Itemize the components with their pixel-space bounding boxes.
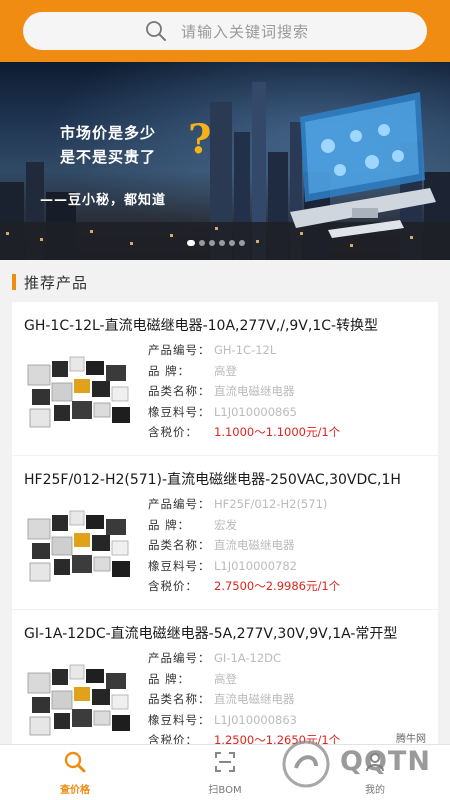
spec-label: 品 牌： (148, 517, 191, 532)
spec-row-price: 含税价： 2.7500～2.9986元/1个 (148, 576, 340, 597)
spec-label: 橡豆料号： (148, 404, 211, 419)
watermark-text: QQTN (340, 746, 431, 777)
spec-row-price: 含税价： 1.1000～1.1000元/1个 (148, 422, 340, 443)
spec-value: 高登 (214, 671, 237, 686)
spec-label: 橡豆料号： (148, 712, 211, 727)
nav-label: 查价格 (60, 785, 90, 796)
spec-label: 品类名称： (148, 538, 211, 553)
spec-label: 品类名称： (148, 384, 211, 399)
section-title: 推荐产品 (24, 273, 89, 292)
spec-label: 产品编号： (148, 343, 211, 358)
spec-row-category: 品类名称： 直流电磁继电器 (148, 689, 340, 710)
spec-row-brand: 品 牌： 高登 (148, 361, 340, 382)
product-title[interactable]: GH-1C-12L-直流电磁继电器-10A,277V,/,9V,1C-转换型 (24, 315, 434, 335)
spec-value: L1J010000865 (214, 404, 297, 419)
spec-value: 直流电磁继电器 (214, 538, 295, 553)
product-specs: 产品编号： GH-1C-12L 品 牌： 高登 品类名称： 直流电磁继电器 橡豆料号：… (148, 340, 340, 443)
spec-label: 产品编号： (148, 651, 211, 666)
section-accent-bar (12, 274, 16, 290)
spec-value: HF25F/012-H2(571) (214, 497, 328, 512)
banner-headline-2: 是不是买贵了 (60, 148, 157, 166)
product-list: GH-1C-12L-直流电磁继电器-10A,277V,/,9V,1C-转换型 产… (12, 302, 438, 764)
section-header: 推荐产品 (0, 265, 450, 299)
banner-question-mark: ? (188, 116, 212, 163)
pagination-dot[interactable] (199, 240, 205, 246)
watermark-site-name: 腾牛网 (396, 734, 426, 745)
spec-value: 宏发 (214, 517, 237, 532)
price-value: 1.1000～1.1000元/1个 (214, 425, 341, 440)
spec-row-category: 品类名称： 直流电磁继电器 (148, 381, 340, 402)
spec-label: 产品编号： (148, 497, 211, 512)
spec-row-category: 品类名称： 直流电磁继电器 (148, 535, 340, 556)
spec-label: 品 牌： (148, 671, 191, 686)
top-header: 请输入关键词搜索 (0, 0, 450, 62)
pagination-dot[interactable] (239, 240, 245, 246)
banner-pagination[interactable] (187, 240, 245, 246)
watermark-logo-icon (282, 740, 330, 788)
spec-value: L1J010000782 (214, 558, 297, 573)
banner-headline-1: 市场价是多少 (60, 124, 157, 142)
banner-tagline: ——豆小秘，都知道 (40, 193, 167, 208)
search-icon (145, 20, 167, 42)
price-value: 2.7500～2.9986元/1个 (214, 579, 341, 594)
relay-product-image (24, 347, 134, 437)
spec-label: 含税价： (148, 425, 198, 440)
spec-value: GI-1A-12DC (214, 651, 282, 666)
nav-item-check-price[interactable]: 查价格 (0, 745, 150, 800)
spec-value: 直流电磁继电器 (214, 384, 295, 399)
product-card[interactable]: GH-1C-12L-直流电磁继电器-10A,277V,/,9V,1C-转换型 产… (12, 302, 438, 455)
magnifier-icon (63, 750, 87, 778)
spec-row-code: 产品编号： GI-1A-12DC (148, 648, 340, 669)
product-title[interactable]: HF25F/012-H2(571)-直流电磁继电器-250VAC,30VDC,1… (24, 469, 434, 489)
spec-value: GH-1C-12L (214, 343, 277, 358)
spec-value: 直流电磁继电器 (214, 692, 295, 707)
pagination-dot[interactable] (187, 240, 195, 246)
spec-value: L1J010000863 (214, 712, 297, 727)
product-title[interactable]: GI-1A-12DC-直流电磁继电器-5A,277V,30V,9V,1A-常开型 (24, 623, 434, 643)
spec-row-brand: 品 牌： 高登 (148, 669, 340, 690)
spec-row-code: 产品编号： HF25F/012-H2(571) (148, 494, 340, 515)
pagination-dot[interactable] (219, 240, 225, 246)
spec-row-brand: 品 牌： 宏发 (148, 515, 340, 536)
search-placeholder: 请输入关键词搜索 (181, 22, 310, 41)
search-bar[interactable]: 请输入关键词搜索 (23, 12, 427, 50)
pagination-dot[interactable] (229, 240, 235, 246)
spec-label: 含税价： (148, 579, 198, 594)
scan-icon (213, 750, 237, 778)
spec-row-code: 产品编号： GH-1C-12L (148, 340, 340, 361)
spec-value: 高登 (214, 363, 237, 378)
product-card[interactable]: HF25F/012-H2(571)-直流电磁继电器-250VAC,30VDC,1… (12, 456, 438, 609)
site-watermark: 腾牛网 QQTN (246, 728, 450, 800)
product-specs: 产品编号： HF25F/012-H2(571) 品 牌： 宏发 品类名称： 直流电磁继… (148, 494, 340, 597)
relay-product-image (24, 655, 134, 745)
spec-row-bean-code: 橡豆料号： L1J010000863 (148, 710, 340, 731)
pagination-dot[interactable] (209, 240, 215, 246)
relay-product-image (24, 501, 134, 591)
spec-row-bean-code: 橡豆料号： L1J010000782 (148, 556, 340, 577)
spec-label: 品 牌： (148, 363, 191, 378)
spec-label: 品类名称： (148, 692, 211, 707)
spec-row-bean-code: 橡豆料号： L1J010000865 (148, 402, 340, 423)
nav-label: 扫BOM (208, 785, 242, 796)
spec-label: 橡豆料号： (148, 558, 211, 573)
promo-banner[interactable]: 市场价是多少 是不是买贵了 ? ——豆小秘，都知道 (0, 62, 450, 260)
